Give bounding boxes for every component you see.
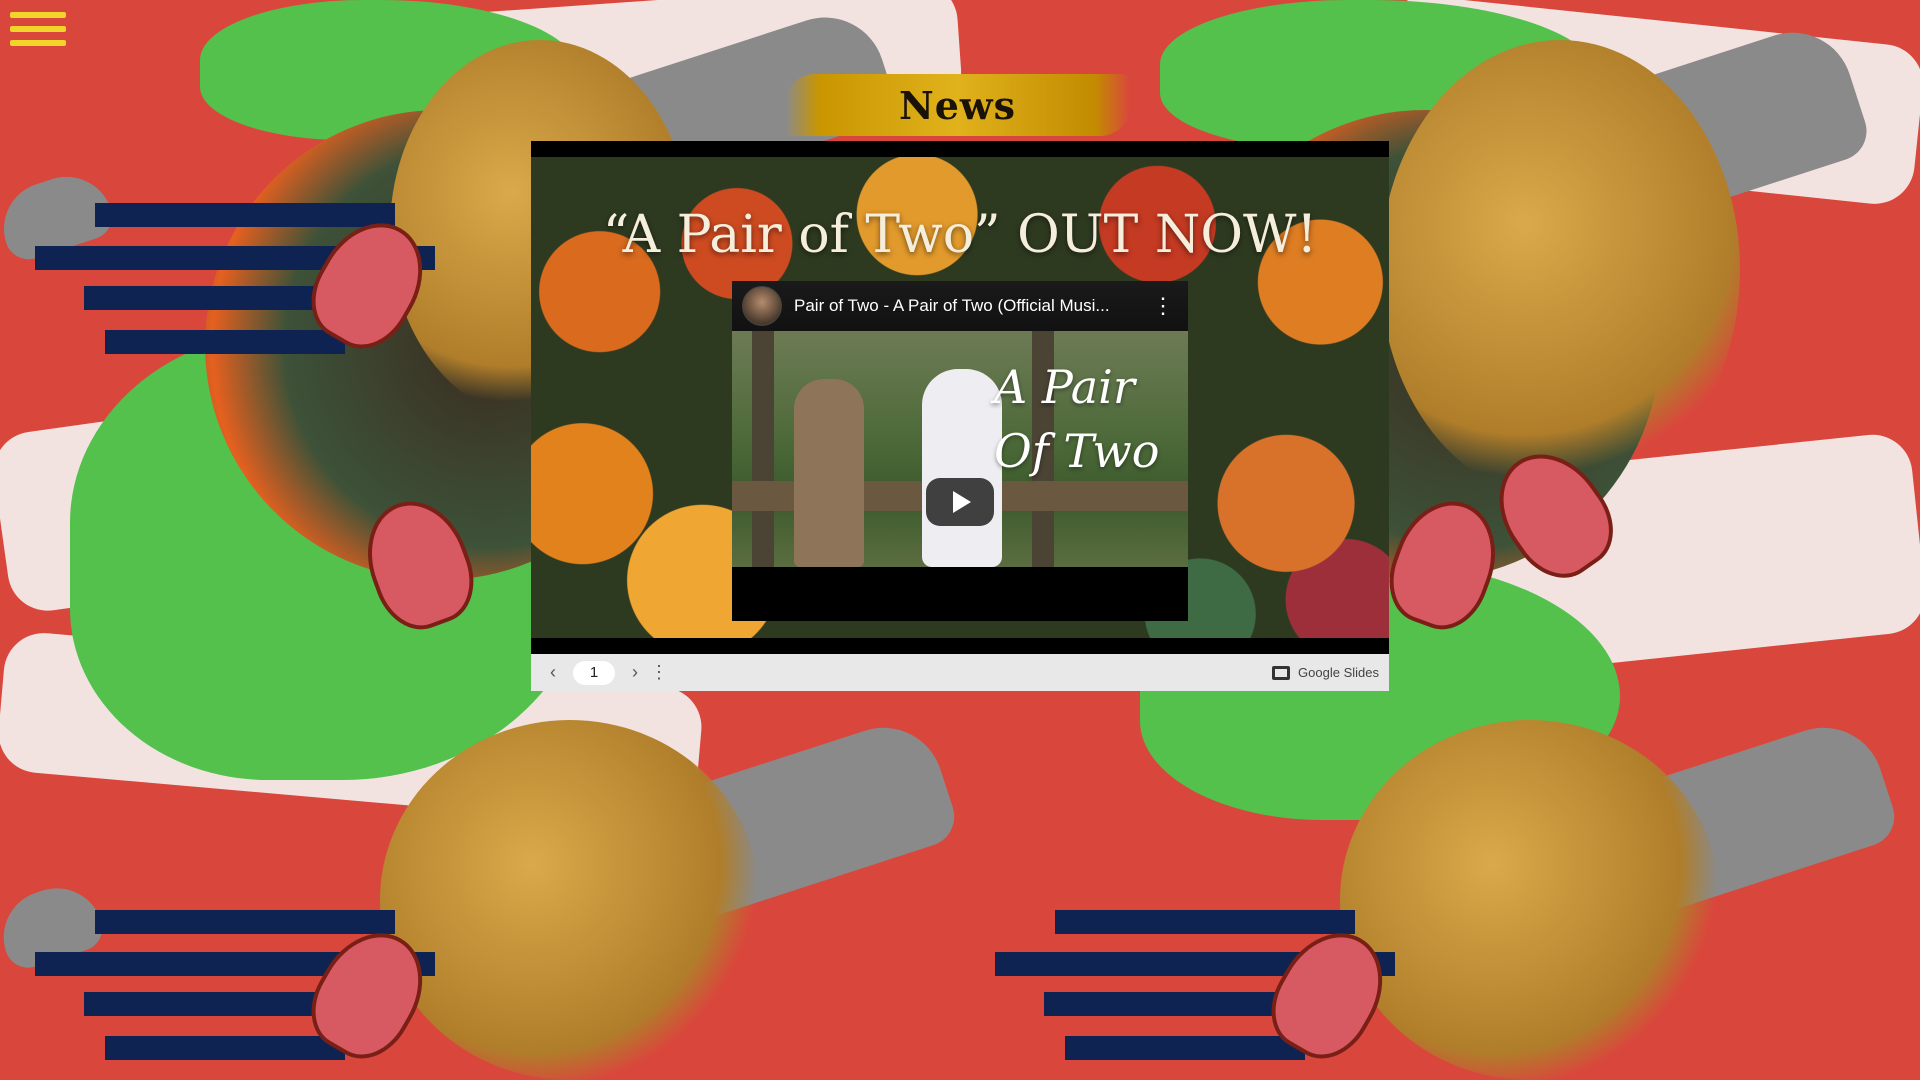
page-number-box[interactable]: 1: [573, 660, 615, 685]
navy-stripe: [95, 910, 395, 934]
bride-figure: [922, 369, 1002, 567]
thumbnail-script-text: A Pair Of Two: [994, 360, 1160, 478]
page-title: News: [898, 82, 1017, 128]
chevron-left-icon[interactable]: ‹: [541, 661, 565, 685]
page-number: 1: [589, 664, 599, 681]
navy-stripe: [1065, 1036, 1305, 1060]
chevron-right-icon[interactable]: ›: [623, 661, 647, 685]
navy-stripe: [105, 1036, 345, 1060]
menu-bar: [10, 12, 66, 18]
channel-avatar[interactable]: [742, 286, 782, 326]
slides-toolbar: ‹ 1 › ⋮ Google Slides: [531, 654, 1389, 691]
video-thumbnail[interactable]: A Pair Of Two: [732, 331, 1188, 567]
google-slides-embed[interactable]: “A Pair of Two” OUT NOW! Pair of Two - A…: [531, 141, 1389, 691]
tree-trunk: [752, 331, 774, 567]
more-vert-icon[interactable]: ⋮: [1148, 293, 1178, 319]
slides-icon[interactable]: [1272, 665, 1291, 680]
news-banner: News: [785, 74, 1130, 136]
groom-figure: [794, 379, 864, 567]
video-title[interactable]: Pair of Two - A Pair of Two (Official Mu…: [794, 296, 1148, 316]
navy-stripe: [1055, 910, 1355, 934]
moss-decoration: [380, 720, 760, 1080]
video-title-bar: Pair of Two - A Pair of Two (Official Mu…: [732, 281, 1188, 331]
moss-decoration: [1340, 720, 1720, 1080]
youtube-video-embed[interactable]: Pair of Two - A Pair of Two (Official Mu…: [732, 281, 1188, 621]
slide-canvas: “A Pair of Two” OUT NOW! Pair of Two - A…: [531, 157, 1389, 638]
more-vert-icon[interactable]: ⋮: [647, 661, 671, 685]
hamburger-menu-icon[interactable]: [10, 12, 66, 46]
menu-bar: [10, 40, 66, 46]
navy-stripe: [105, 330, 345, 354]
play-icon[interactable]: [926, 478, 994, 526]
play-triangle: [953, 491, 971, 513]
navy-stripe: [95, 203, 395, 227]
slide-heading: “A Pair of Two” OUT NOW!: [602, 205, 1318, 265]
google-slides-label[interactable]: Google Slides: [1298, 665, 1379, 680]
moss-decoration: [1380, 40, 1740, 500]
menu-bar: [10, 26, 66, 32]
